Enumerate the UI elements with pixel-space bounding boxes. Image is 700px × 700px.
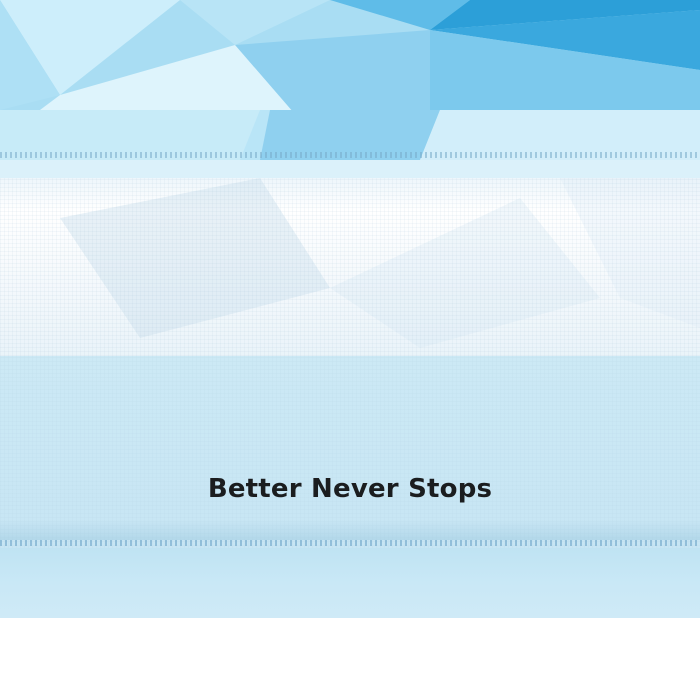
hem-strip (0, 548, 700, 618)
hem-seam-stitching (0, 540, 700, 546)
mesh-texture (0, 178, 700, 360)
slogan-print: Better Never Stops (207, 474, 493, 504)
geometric-pattern (0, 0, 700, 190)
white-mesh-band (0, 178, 700, 360)
top-seam-stitching (0, 152, 700, 158)
hem-shadow (0, 520, 700, 540)
jersey-fabric-closeup: Better Never Stops (0, 0, 700, 700)
geometric-print-panel (0, 0, 700, 190)
background-white (0, 618, 700, 700)
